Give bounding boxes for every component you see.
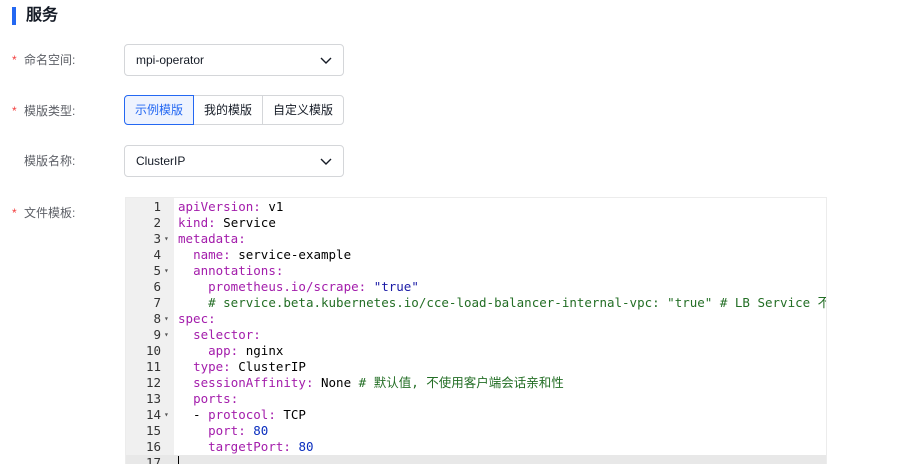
code-text: ports:	[193, 391, 239, 406]
line-number: 8	[153, 311, 161, 326]
code-line[interactable]: 1 apiVersion: v1	[126, 199, 826, 215]
namespace-select[interactable]: mpi-operator	[124, 44, 344, 76]
file-template-label-text: 文件模板:	[24, 206, 76, 220]
tab-custom-template[interactable]: 自定义模版	[262, 95, 345, 125]
code-line[interactable]: 14 ▾ - protocol: TCP	[126, 407, 826, 423]
code-text: port: 80	[208, 423, 269, 438]
editor-lines: 1 apiVersion: v1 2 kind: Service 3 ▾ metadata:…	[126, 199, 826, 464]
code-line[interactable]: 4 name: service-example	[126, 247, 826, 263]
tab-example-template[interactable]: 示例模版	[124, 95, 195, 125]
code-line[interactable]: 2 kind: Service	[126, 215, 826, 231]
code-line[interactable]: 15 port: 80	[126, 423, 826, 439]
line-number: 13	[145, 391, 161, 406]
code-line[interactable]: 16 targetPort: 80	[126, 439, 826, 455]
line-number: 10	[145, 343, 161, 358]
yaml-code-editor[interactable]: 1 apiVersion: v1 2 kind: Service 3 ▾ metadata:…	[125, 197, 827, 464]
fold-toggle-icon[interactable]: ▾	[164, 231, 172, 247]
line-number: 9	[153, 327, 161, 342]
line-number: 6	[153, 279, 161, 294]
template-name-label: 模版名称:	[12, 153, 75, 169]
line-number: 12	[145, 375, 161, 390]
line-number: 16	[145, 439, 161, 454]
line-number: 14	[145, 407, 161, 422]
namespace-select-value: mpi-operator	[136, 53, 205, 67]
line-number: 15	[145, 423, 161, 438]
template-name-select-value: ClusterIP	[136, 154, 186, 168]
code-text: type: ClusterIP	[193, 359, 306, 374]
code-text: sessionAffinity: None # 默认值, 不使用客户端会话亲和性	[193, 375, 564, 390]
code-text: app: nginx	[208, 343, 284, 358]
line-number: 11	[145, 359, 161, 374]
fold-toggle-icon[interactable]: ▾	[164, 311, 172, 327]
code-text: # service.beta.kubernetes.io/cce-load-ba…	[208, 295, 827, 310]
namespace-label-text: 命名空间:	[24, 53, 76, 67]
chevron-down-icon	[320, 158, 332, 165]
code-line[interactable]: 8 ▾ spec:	[126, 311, 826, 327]
code-text: apiVersion: v1	[178, 199, 284, 214]
fold-toggle-icon[interactable]: ▾	[164, 327, 172, 343]
template-type-label: * 模版类型:	[12, 103, 75, 119]
line-number: 3	[153, 231, 161, 246]
code-line[interactable]: 6 prometheus.io/scrape: "true"	[126, 279, 826, 295]
code-line[interactable]: 10 app: nginx	[126, 343, 826, 359]
line-number: 2	[153, 215, 161, 230]
code-text: targetPort: 80	[208, 439, 314, 454]
code-text: selector:	[193, 327, 261, 342]
code-line[interactable]: 12 sessionAffinity: None # 默认值, 不使用客户端会话…	[126, 375, 826, 391]
code-text: prometheus.io/scrape: "true"	[208, 279, 419, 294]
code-text: kind: Service	[178, 215, 276, 230]
tab-my-template[interactable]: 我的模版	[193, 95, 264, 125]
code-text: spec:	[178, 311, 216, 326]
line-number: 7	[153, 295, 161, 310]
fold-toggle-icon[interactable]: ▾	[164, 407, 172, 423]
template-name-select[interactable]: ClusterIP	[124, 145, 344, 177]
chevron-down-icon	[320, 57, 332, 64]
code-text: - protocol: TCP	[178, 407, 306, 422]
required-mark: *	[12, 53, 17, 67]
code-text: annotations:	[193, 263, 284, 278]
template-name-label-text: 模版名称:	[24, 154, 76, 168]
code-text: name: service-example	[193, 247, 352, 262]
template-type-tabs: 示例模版 我的模版 自定义模版	[124, 95, 345, 125]
section-title: 服务	[26, 7, 59, 24]
code-line[interactable]: 5 ▾ annotations:	[126, 263, 826, 279]
code-line[interactable]: 7 # service.beta.kubernetes.io/cce-load-…	[126, 295, 826, 311]
section-accent-bar	[12, 7, 16, 25]
code-line[interactable]: 3 ▾ metadata:	[126, 231, 826, 247]
line-number: 1	[153, 199, 161, 214]
namespace-label: * 命名空间:	[12, 52, 75, 68]
required-mark: *	[12, 206, 17, 220]
file-template-label: * 文件模板:	[12, 205, 75, 221]
required-mark: *	[12, 104, 17, 118]
code-line[interactable]: 13 ports:	[126, 391, 826, 407]
line-number: 5	[153, 263, 161, 278]
code-line[interactable]: 11 type: ClusterIP	[126, 359, 826, 375]
fold-toggle-icon[interactable]: ▾	[164, 263, 172, 279]
code-line[interactable]: 9 ▾ selector:	[126, 327, 826, 343]
template-type-label-text: 模版类型:	[24, 104, 76, 118]
code-text: metadata:	[178, 231, 246, 246]
line-number: 4	[153, 247, 161, 262]
